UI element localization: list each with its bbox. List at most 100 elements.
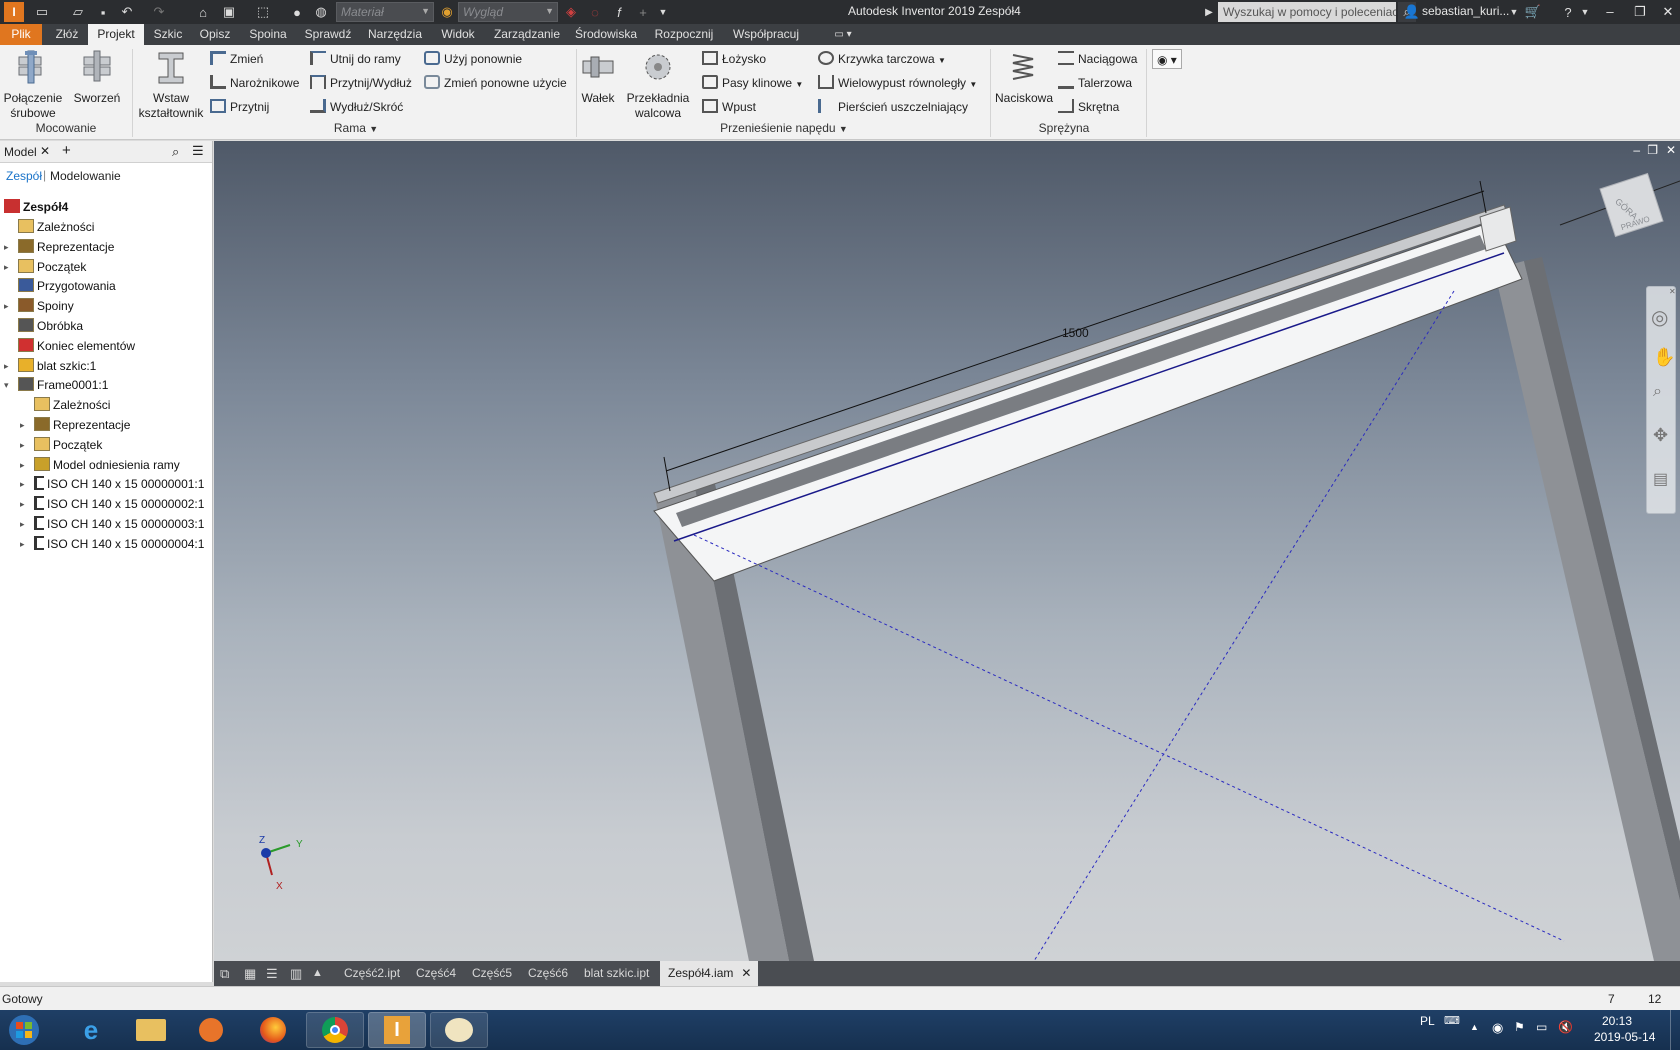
- user-menu-chevron-icon[interactable]: ▼: [1508, 2, 1520, 22]
- expand-arrow-icon[interactable]: ▸: [4, 258, 9, 277]
- start-button[interactable]: [2, 1012, 52, 1048]
- lengthen-shorten-button[interactable]: Wydłuż/Skróć: [310, 97, 403, 117]
- open-icon[interactable]: ▱: [68, 2, 88, 22]
- belleville-spring-button[interactable]: Talerzowa: [1058, 73, 1132, 93]
- tree-item[interactable]: ▾ Frame0001:1: [4, 376, 108, 395]
- tab-sprawdz[interactable]: Sprawdź: [300, 24, 356, 45]
- tree-item[interactable]: ▸ Reprezentacje: [20, 416, 130, 435]
- tree-item[interactable]: Zależności: [18, 218, 94, 237]
- language-indicator[interactable]: PL: [1420, 1014, 1435, 1028]
- new-file-icon[interactable]: ▭: [32, 2, 52, 22]
- cart-icon[interactable]: 🛒: [1524, 2, 1542, 22]
- ie-taskbar-button[interactable]: e: [62, 1012, 120, 1048]
- key-button[interactable]: Wpust: [702, 97, 756, 117]
- tab-widok[interactable]: Widok: [434, 24, 482, 45]
- volume-icon[interactable]: 🔇: [1558, 1020, 1573, 1034]
- tab-spoina[interactable]: Spoina: [244, 24, 292, 45]
- tab-rozpocznij[interactable]: Rozpocznij: [650, 24, 718, 45]
- search-icon[interactable]: ⌕: [172, 144, 179, 160]
- bearing-button[interactable]: Łożysko: [702, 49, 766, 69]
- media-player-taskbar-button[interactable]: [182, 1012, 240, 1048]
- measure-icon[interactable]: +: [634, 2, 652, 22]
- doc-tab[interactable]: Część6: [528, 961, 568, 986]
- tile-windows-icon[interactable]: ▦: [244, 961, 256, 986]
- undo-icon[interactable]: ↶: [118, 2, 136, 22]
- redo-icon[interactable]: ↷: [150, 2, 168, 22]
- tree-item[interactable]: ▸ Model odniesienia ramy: [20, 456, 180, 475]
- clear-appearance-icon[interactable]: ◌: [586, 2, 604, 22]
- tree-item[interactable]: ▸ blat szkic:1: [4, 357, 96, 376]
- navbar-close-icon[interactable]: ✕: [1669, 287, 1676, 296]
- dimension-value[interactable]: 1500: [1062, 326, 1089, 340]
- steering-wheel-icon[interactable]: ◎: [1651, 305, 1668, 330]
- tab-plik[interactable]: Plik: [0, 24, 42, 45]
- globe-icon[interactable]: ◍: [312, 2, 330, 22]
- doc-tab-active[interactable]: Zespół4.iam ✕: [660, 961, 758, 986]
- close-button[interactable]: ✕: [1654, 2, 1680, 22]
- material-select[interactable]: Materiał ▼: [336, 2, 434, 22]
- viewport-restore-icon[interactable]: ❐: [1647, 143, 1658, 157]
- viewport-minimize-icon[interactable]: –: [1633, 143, 1640, 157]
- tree-item[interactable]: ▸ Reprezentacje: [4, 238, 114, 257]
- tree-item[interactable]: Przygotowania: [18, 277, 116, 296]
- expand-arrow-icon[interactable]: ▸: [20, 495, 25, 514]
- tab-wspolpracuj[interactable]: Współpracuj: [728, 24, 804, 45]
- tile-horizontal-icon[interactable]: ☰: [266, 961, 278, 986]
- trim-to-frame-button[interactable]: Utnij do ramy: [310, 49, 401, 69]
- panel-naped-title[interactable]: Przenieśienie napędu ▼: [578, 121, 990, 135]
- action-center-flag-icon[interactable]: ⚑: [1514, 1020, 1525, 1034]
- pan-icon[interactable]: ✋: [1653, 347, 1675, 368]
- tree-item[interactable]: Obróbka: [18, 317, 83, 336]
- expand-arrow-icon[interactable]: ▸: [20, 436, 25, 455]
- browser-tab-model[interactable]: Model: [4, 145, 37, 159]
- help-icon[interactable]: ?: [1556, 2, 1580, 22]
- expand-arrow-icon[interactable]: ▸: [20, 515, 25, 534]
- trim-extend-button[interactable]: Przytnij/Wydłuż: [310, 73, 412, 93]
- expand-arrow-icon[interactable]: ▸: [4, 297, 9, 316]
- seal-button[interactable]: Pierścień uszczelniający: [818, 97, 968, 117]
- change-button[interactable]: Zmień: [210, 49, 263, 69]
- expand-arrow-icon[interactable]: ▸: [4, 238, 9, 257]
- bolted-connection-button[interactable]: Połączenie śrubowe: [2, 49, 64, 121]
- appearance-select[interactable]: Wygląd ▼: [458, 2, 558, 22]
- expand-search-icon[interactable]: ▶: [1204, 2, 1214, 22]
- tab-zarzadzanie[interactable]: Zarządzanie: [490, 24, 564, 45]
- corner-joint-button[interactable]: Narożnikowe: [210, 73, 299, 93]
- clock-date[interactable]: 2019-05-14: [1594, 1030, 1655, 1044]
- zespol-link[interactable]: Zespół: [6, 169, 42, 183]
- expand-arrow-icon[interactable]: ▸: [20, 475, 25, 494]
- cascade-windows-icon[interactable]: ⧉: [220, 961, 229, 986]
- modelowanie-link[interactable]: Modelowanie: [50, 169, 121, 183]
- tree-item[interactable]: ▸ Początek: [20, 436, 102, 455]
- update-icon[interactable]: ▣: [220, 2, 238, 22]
- tree-item[interactable]: ▸ ISO CH 140 x 15 00000003:1: [20, 515, 204, 534]
- zoom-icon[interactable]: ⌕: [1653, 383, 1662, 401]
- expand-arrow-icon[interactable]: ▸: [4, 357, 9, 376]
- graphics-viewport[interactable]: 1500 Z Y X GÓRA PRAWO – ❐ ✕: [214, 141, 1680, 961]
- keyboard-icon[interactable]: ⌨: [1444, 1014, 1460, 1027]
- tab-opisz[interactable]: Opisz: [194, 24, 236, 45]
- doc-tab[interactable]: blat szkic.ipt: [584, 961, 649, 986]
- close-icon[interactable]: ✕: [741, 966, 751, 980]
- save-icon[interactable]: ▪: [94, 2, 112, 22]
- document-list-icon[interactable]: ▲: [312, 961, 323, 986]
- expand-arrow-icon[interactable]: ▸: [20, 456, 25, 475]
- tab-zloz[interactable]: Złóż: [46, 24, 88, 45]
- clock-time[interactable]: 20:13: [1602, 1014, 1632, 1028]
- torsion-spring-button[interactable]: Skrętna: [1058, 97, 1119, 117]
- tab-projekt[interactable]: Projekt: [88, 24, 144, 45]
- compression-spring-button[interactable]: Naciskowa: [992, 49, 1056, 106]
- expand-arrow-icon[interactable]: ▸: [20, 535, 25, 554]
- pin-button[interactable]: Sworzeń: [70, 49, 124, 106]
- parameters-icon[interactable]: f: [610, 2, 628, 22]
- look-at-icon[interactable]: ▤: [1653, 469, 1668, 489]
- show-desktop-button[interactable]: [1670, 1010, 1680, 1050]
- paint-taskbar-button[interactable]: [430, 1012, 488, 1048]
- extension-spring-button[interactable]: Naciągowa: [1058, 49, 1137, 69]
- tab-narzedzia[interactable]: Narzędzia: [364, 24, 426, 45]
- spur-gear-button[interactable]: Przekładnia walcowa: [624, 49, 692, 121]
- tree-item[interactable]: ▸ Spoiny: [4, 297, 74, 316]
- doc-tab[interactable]: Część2.ipt: [344, 961, 400, 986]
- customize-quick-access-icon[interactable]: ▼: [656, 2, 670, 22]
- chrome-taskbar-button[interactable]: [306, 1012, 364, 1048]
